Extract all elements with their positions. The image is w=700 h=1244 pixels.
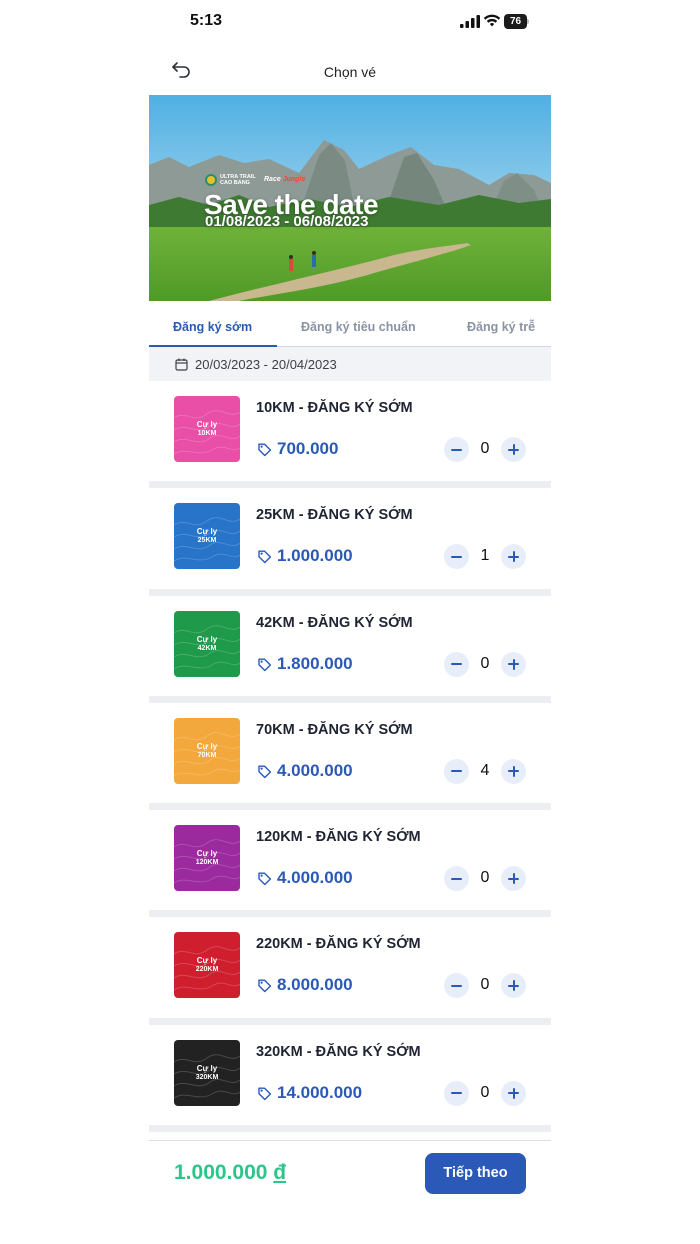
price-tag-icon: [258, 765, 272, 779]
event-banner: ULTRA TRAIL CAO BANG Race Jungle Save the…: [149, 95, 551, 301]
decrease-quantity-button[interactable]: [444, 437, 469, 462]
ticket-thumbnail: Cự ly 220KM: [174, 932, 240, 999]
quantity-value: 0: [480, 654, 490, 672]
ticket-row: Cự ly 25KM 25KM - ĐĂNG KÝ SỚM 1.000.000 1: [149, 488, 551, 596]
price-tag-icon: [258, 872, 272, 886]
total-price: 1.000.000 đ: [174, 1161, 287, 1184]
checkout-footer: 1.000.000 đ Tiếp theo: [149, 1140, 551, 1244]
next-button[interactable]: Tiếp theo: [425, 1153, 526, 1194]
thumbnail-distance: 10KM: [197, 430, 217, 437]
calendar-icon: [175, 358, 188, 371]
price-tag-icon: [258, 979, 272, 993]
thumbnail-distance: 320KM: [195, 1073, 219, 1081]
battery-level: 76: [504, 14, 527, 29]
thumbnail-distance: 120KM: [195, 859, 219, 867]
status-bar: 5:13 76: [0, 0, 700, 46]
ticket-thumbnail: Cự ly 70KM: [174, 717, 240, 784]
ticket-name: 42KM - ĐĂNG KÝ SỚM: [256, 614, 413, 631]
date-range-bar: 20/03/2023 - 20/04/2023: [149, 347, 551, 381]
thumbnail-distance: 70KM: [197, 751, 217, 759]
ticket-row: Cự ly 70KM 70KM - ĐĂNG KÝ SỚM 4.000.000 4: [149, 702, 551, 811]
increase-quantity-button[interactable]: [501, 437, 526, 462]
ticket-name: 70KM - ĐĂNG KÝ SỚM: [256, 721, 413, 738]
date-range-text: 20/03/2023 - 20/04/2023: [195, 356, 337, 372]
ticket-name: 10KM - ĐĂNG KÝ SỚM: [256, 400, 413, 416]
status-time: 5:13: [190, 12, 223, 29]
thumbnail-label: Cự ly: [196, 956, 218, 966]
ticket-price: 4.000.000: [277, 760, 353, 780]
increase-quantity-button[interactable]: [501, 866, 526, 892]
thumbnail-label: Cự ly: [196, 527, 218, 537]
ticket-thumbnail: Cự ly 120KM: [174, 825, 240, 892]
increase-quantity-button[interactable]: [501, 758, 526, 784]
wifi-icon: [483, 14, 501, 27]
tab-late[interactable]: Đăng ký trễ: [467, 320, 535, 334]
increase-quantity-button[interactable]: [501, 973, 526, 999]
ticket-row: Cự ly 120KM 120KM - ĐĂNG KÝ SỚM 4.000.000 0: [149, 810, 551, 918]
banner-dates: 01/08/2023 - 06/08/2023: [205, 213, 369, 230]
increase-quantity-button[interactable]: [501, 651, 526, 677]
decrease-quantity-button[interactable]: [444, 1080, 469, 1106]
quantity-value: 0: [480, 440, 490, 457]
ticket-price: 1.800.000: [277, 653, 353, 673]
app: Chọn vé ULTRA TRAIL CAO BANG Race Jungle…: [149, 46, 551, 1244]
ticket-row: Cự ly 10KM 10KM - ĐĂNG KÝ SỚM 700.000 0: [149, 381, 551, 489]
price-tag-icon: [258, 658, 272, 671]
thumbnail-distance: 220KM: [195, 966, 219, 974]
ticket-thumbnail: Cự ly 10KM: [174, 396, 240, 462]
ticket-thumbnail: Cự ly 25KM: [174, 503, 240, 570]
ticket-price: 1.000.000: [277, 546, 353, 566]
nav-bar: Chọn vé: [149, 46, 551, 96]
ticket-row: Cự ly 220KM 220KM - ĐĂNG KÝ SỚM 8.000.000 0: [149, 917, 551, 1025]
quantity-value: 0: [480, 1083, 490, 1101]
decrease-quantity-button[interactable]: [444, 758, 469, 784]
ticket-price: 14.000.000: [277, 1082, 363, 1102]
decrease-quantity-button[interactable]: [444, 651, 469, 677]
ticket-name: 25KM - ĐĂNG KÝ SỚM: [256, 507, 413, 524]
tab-early[interactable]: Đăng ký sớm: [173, 320, 252, 334]
price-tag-icon: [258, 1087, 272, 1100]
quantity-value: 0: [480, 869, 490, 887]
quantity-value: 0: [480, 976, 490, 994]
decrease-quantity-button[interactable]: [444, 544, 469, 570]
ticket-thumbnail: Cự ly 320KM: [174, 1039, 240, 1106]
page-title: Chọn vé: [323, 64, 377, 80]
ticket-list: Cự ly 10KM 10KM - ĐĂNG KÝ SỚM 700.000 0 Cự ly…: [149, 381, 551, 1133]
price-tag-icon: [258, 550, 272, 564]
quantity-value: 1: [480, 547, 490, 565]
decrease-quantity-button[interactable]: [444, 973, 469, 999]
increase-quantity-button[interactable]: [501, 1080, 526, 1106]
thumbnail-label: Cự ly: [196, 741, 218, 751]
battery-icon: 76: [504, 14, 530, 29]
increase-quantity-button[interactable]: [501, 544, 526, 570]
tab-standard[interactable]: Đăng ký tiêu chuẩn: [301, 320, 416, 334]
ticket-name: 120KM - ĐĂNG KÝ SỚM: [256, 829, 421, 846]
race-jungle-logo: Race Jungle: [264, 176, 306, 183]
signal-icon: [460, 15, 480, 28]
thumbnail-distance: 25KM: [197, 537, 217, 545]
thumbnail-label: Cự ly: [196, 420, 218, 429]
ultra-trail-logo: ULTRA TRAIL CAO BANG: [205, 174, 256, 186]
thumbnail-distance: 42KM: [197, 644, 217, 652]
quantity-value: 4: [480, 761, 490, 779]
ticket-row: Cự ly 42KM 42KM - ĐĂNG KÝ SỚM 1.800.000 0: [149, 595, 551, 703]
ticket-price: 700.000: [277, 439, 339, 458]
price-tag-icon: [258, 443, 272, 457]
ticket-price: 4.000.000: [277, 868, 353, 888]
thumbnail-label: Cự ly: [196, 1063, 218, 1073]
decrease-quantity-button[interactable]: [444, 866, 469, 892]
ticket-thumbnail: Cự ly 42KM: [174, 610, 240, 677]
ticket-name: 320KM - ĐĂNG KÝ SỚM: [256, 1043, 421, 1060]
registration-tabs: Đăng ký sớm Đăng ký tiêu chuẩn Đăng ký t…: [149, 302, 551, 347]
ticket-price: 8.000.000: [277, 975, 353, 995]
ticket-row: Cự ly 320KM 320KM - ĐĂNG KÝ SỚM 14.000.000 0: [149, 1024, 551, 1133]
thumbnail-label: Cự ly: [196, 849, 218, 859]
ticket-name: 220KM - ĐĂNG KÝ SỚM: [256, 936, 421, 953]
thumbnail-label: Cự ly: [196, 634, 218, 644]
